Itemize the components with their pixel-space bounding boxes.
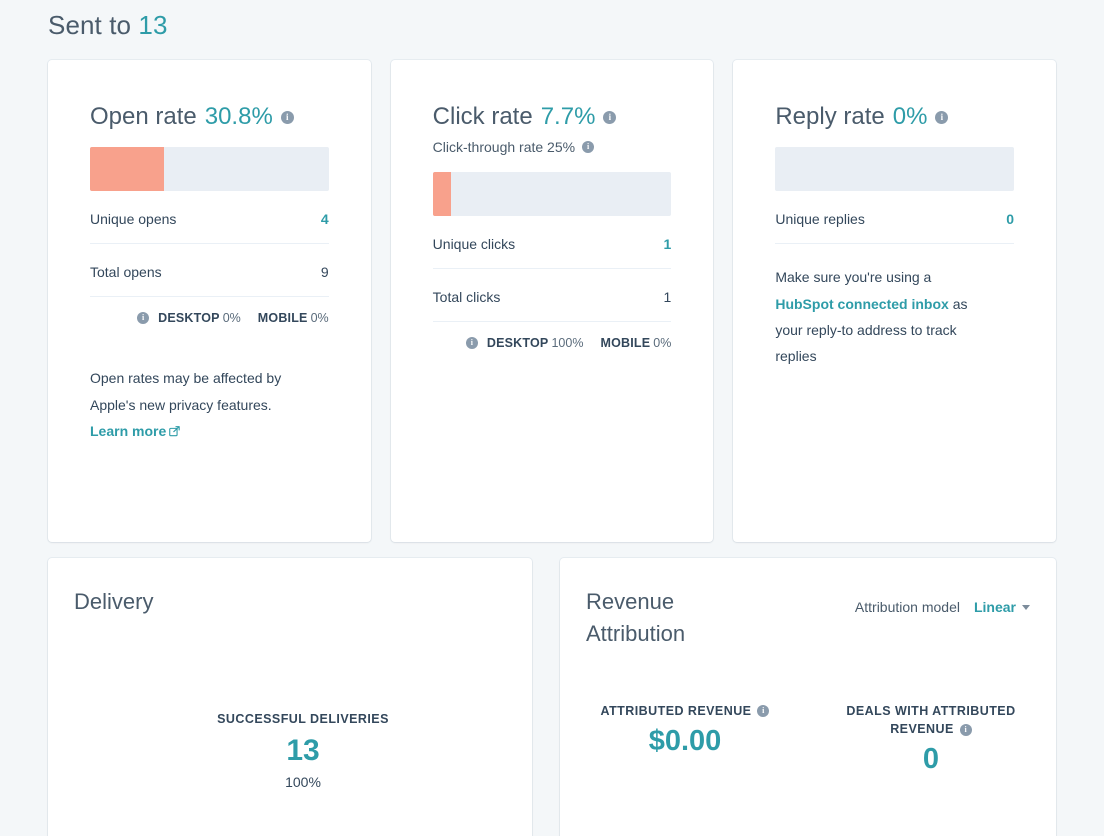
reply-rate-heading: Reply rate 0% i xyxy=(775,104,1014,130)
device-desktop-value: 100% xyxy=(551,336,583,350)
successful-deliveries-value: 13 xyxy=(217,734,389,767)
total-clicks-value: 1 xyxy=(664,289,672,305)
learn-more-link[interactable]: Learn more xyxy=(90,423,166,439)
sent-to-label: Sent to xyxy=(48,10,131,40)
unique-replies-label: Unique replies xyxy=(775,211,865,227)
hubspot-connected-inbox-link[interactable]: HubSpot connected inbox xyxy=(775,296,948,312)
open-rate-value: 30.8% xyxy=(205,104,273,130)
click-through-rate-label: Click-through rate 25% xyxy=(433,139,575,155)
revenue-attribution-card: Revenue Attribution Attribution model Li… xyxy=(560,558,1056,836)
device-mobile-label: MOBILE xyxy=(600,336,650,350)
attribution-model-dropdown[interactable]: Linear xyxy=(974,599,1030,615)
click-rate-progress-fill xyxy=(433,172,451,216)
revenue-attribution-title: Revenue Attribution xyxy=(586,586,776,650)
device-desktop: DESKTOP 100% xyxy=(487,336,584,350)
metric-row: Unique replies 0 xyxy=(775,191,1014,244)
sent-to-count: 13 xyxy=(138,10,167,40)
click-device-breakdown: i DESKTOP 100% MOBILE 0% xyxy=(433,322,672,350)
apple-privacy-note-line2: Apple's new privacy features. xyxy=(90,392,320,418)
device-desktop: DESKTOP 0% xyxy=(158,311,241,325)
total-clicks-label: Total clicks xyxy=(433,289,501,305)
device-mobile: MOBILE 0% xyxy=(600,336,671,350)
attribution-model-label: Attribution model xyxy=(855,599,960,615)
connected-inbox-note: Make sure you're using a HubSpot connect… xyxy=(775,264,990,369)
successful-deliveries-label: SUCCESSFUL DELIVERIES xyxy=(217,710,389,728)
deals-with-attributed-revenue-label: DEALS WITH ATTRIBUTED REVENUEi xyxy=(846,702,1016,738)
open-rate-title: Open rate xyxy=(90,104,197,130)
open-device-breakdown: i DESKTOP 0% MOBILE 0% xyxy=(90,297,329,325)
connected-inbox-note-before: Make sure you're using a xyxy=(775,269,931,285)
apple-privacy-note-line1: Open rates may be affected by xyxy=(90,365,320,391)
info-icon[interactable]: i xyxy=(935,111,948,124)
reply-rate-title: Reply rate xyxy=(775,104,884,130)
external-link-icon[interactable] xyxy=(169,419,180,430)
reply-rate-card: Reply rate 0% i Unique replies 0 Make su… xyxy=(733,60,1056,542)
click-rate-title: Click rate xyxy=(433,104,533,130)
device-mobile-label: MOBILE xyxy=(258,311,308,325)
click-through-rate-row: Click-through rate 25% i xyxy=(433,139,672,155)
device-desktop-value: 0% xyxy=(223,311,241,325)
total-opens-value: 9 xyxy=(321,264,329,280)
reply-rate-progress-track xyxy=(775,147,1014,191)
rate-cards-row: Open rate 30.8% i Unique opens 4 Total o… xyxy=(48,60,1056,542)
open-rate-progress-fill xyxy=(90,147,164,191)
attributed-revenue-label: ATTRIBUTED REVENUE i xyxy=(600,702,770,720)
info-icon[interactable]: i xyxy=(466,337,478,349)
info-icon[interactable]: i xyxy=(603,111,616,124)
attribution-model-control: Attribution model Linear xyxy=(855,586,1030,615)
info-icon[interactable]: i xyxy=(281,111,294,124)
delivery-card: Delivery SUCCESSFUL DELIVERIES 13 100% xyxy=(48,558,532,836)
successful-deliveries-percent: 100% xyxy=(217,774,389,790)
unique-opens-value: 4 xyxy=(321,211,329,227)
bottom-cards-row: Delivery SUCCESSFUL DELIVERIES 13 100% R… xyxy=(48,558,1056,836)
revenue-stats: ATTRIBUTED REVENUE i $0.00 DEALS WITH ATT… xyxy=(586,650,1030,776)
attribution-model-value: Linear xyxy=(974,599,1016,615)
click-rate-card: Click rate 7.7% i Click-through rate 25%… xyxy=(391,60,714,542)
total-opens-label: Total opens xyxy=(90,264,162,280)
metric-row: Unique clicks 1 xyxy=(433,216,672,269)
device-desktop-label: DESKTOP xyxy=(487,336,549,350)
unique-replies-value: 0 xyxy=(1006,211,1014,227)
metric-row: Unique opens 4 xyxy=(90,191,329,244)
page-title: Sent to 13 xyxy=(48,10,168,41)
successful-deliveries-stat: SUCCESSFUL DELIVERIES 13 100% xyxy=(217,710,389,790)
delivery-title: Delivery xyxy=(74,586,532,618)
info-icon[interactable]: i xyxy=(960,724,972,736)
deals-with-attributed-revenue-label-text: DEALS WITH ATTRIBUTED REVENUE xyxy=(846,704,1015,736)
attributed-revenue-stat: ATTRIBUTED REVENUE i $0.00 xyxy=(600,702,770,776)
device-mobile-value: 0% xyxy=(653,336,671,350)
analytics-page: Sent to 13 Open rate 30.8% i Unique open… xyxy=(0,0,1104,836)
revenue-attribution-header: Revenue Attribution Attribution model Li… xyxy=(586,586,1030,650)
info-icon[interactable]: i xyxy=(582,141,594,153)
chevron-down-icon xyxy=(1022,605,1030,610)
unique-clicks-label: Unique clicks xyxy=(433,236,515,252)
metric-row: Total clicks 1 xyxy=(433,269,672,322)
deals-with-attributed-revenue-value: 0 xyxy=(846,744,1016,776)
unique-opens-label: Unique opens xyxy=(90,211,176,227)
info-icon[interactable]: i xyxy=(757,705,769,717)
delivery-stats: SUCCESSFUL DELIVERIES 13 100% xyxy=(74,618,532,790)
metric-row: Total opens 9 xyxy=(90,244,329,297)
open-rate-card: Open rate 30.8% i Unique opens 4 Total o… xyxy=(48,60,371,542)
reply-rate-value: 0% xyxy=(893,104,928,130)
open-rate-heading: Open rate 30.8% i xyxy=(90,104,329,130)
info-icon[interactable]: i xyxy=(137,312,149,324)
attributed-revenue-value: $0.00 xyxy=(600,726,770,758)
apple-privacy-note: Open rates may be affected by Apple's ne… xyxy=(90,365,320,444)
open-rate-progress-track xyxy=(90,147,329,191)
deals-with-attributed-revenue-stat: DEALS WITH ATTRIBUTED REVENUEi 0 xyxy=(846,702,1016,776)
unique-clicks-value: 1 xyxy=(664,236,672,252)
device-mobile-value: 0% xyxy=(311,311,329,325)
click-rate-value: 7.7% xyxy=(541,104,596,130)
device-desktop-label: DESKTOP xyxy=(158,311,220,325)
click-rate-heading: Click rate 7.7% i xyxy=(433,104,672,130)
attributed-revenue-label-text: ATTRIBUTED REVENUE xyxy=(601,704,752,718)
click-rate-progress-track xyxy=(433,172,672,216)
device-mobile: MOBILE 0% xyxy=(258,311,329,325)
